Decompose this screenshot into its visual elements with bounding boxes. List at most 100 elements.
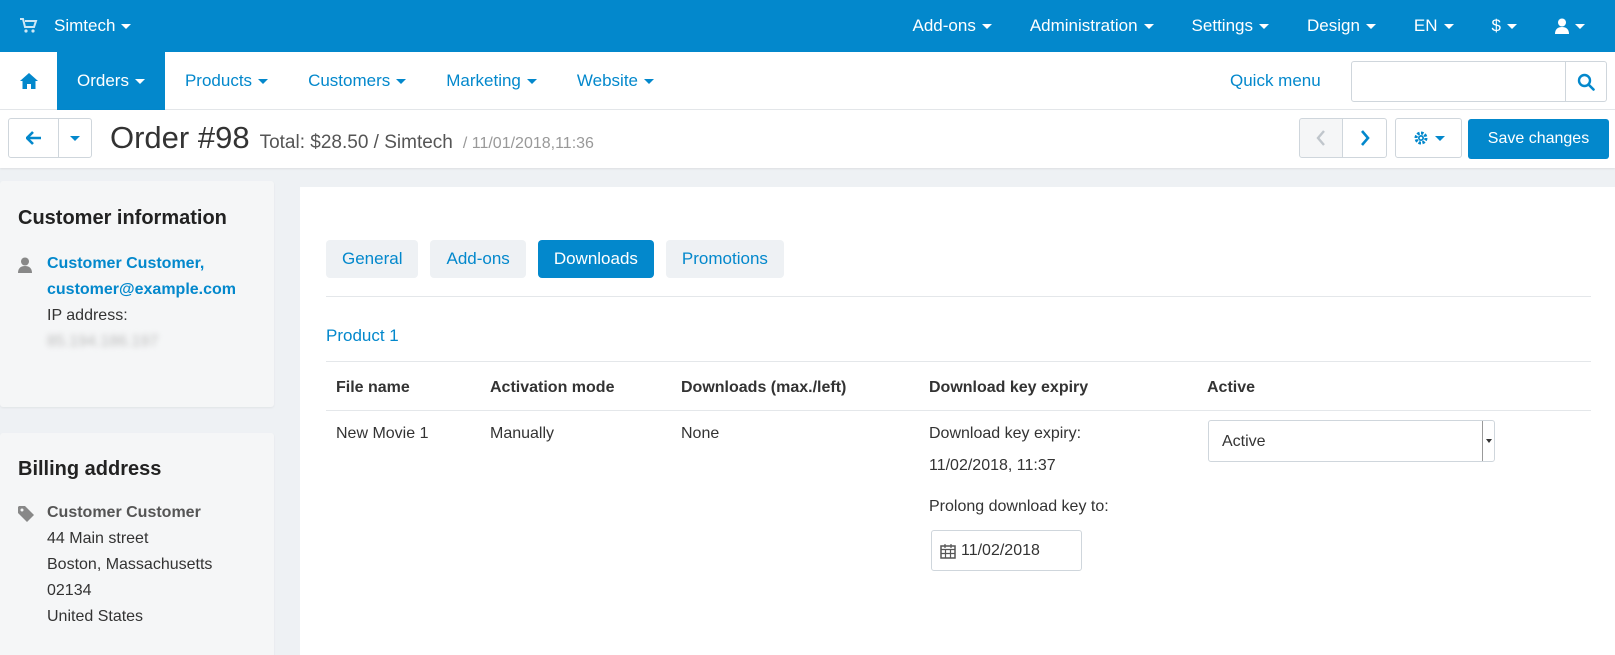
nav-orders[interactable]: Orders bbox=[57, 52, 165, 110]
home-button[interactable] bbox=[0, 52, 57, 110]
back-button[interactable] bbox=[8, 118, 59, 158]
nav-products[interactable]: Products bbox=[165, 52, 288, 110]
header-file-name: File name bbox=[336, 379, 410, 396]
ip-value: 85.194.186.197 bbox=[47, 333, 159, 350]
search-input[interactable] bbox=[1352, 62, 1564, 101]
nav-label: Orders bbox=[77, 71, 129, 90]
next-order-button[interactable] bbox=[1342, 118, 1387, 158]
nav-label: Customers bbox=[308, 71, 391, 90]
header-activation-mode: Activation mode bbox=[490, 379, 615, 396]
tab-downloads[interactable]: Downloads bbox=[537, 240, 654, 278]
menu-label: $ bbox=[1491, 16, 1501, 35]
chevron-down-icon bbox=[1143, 23, 1154, 29]
nav-label: Website bbox=[576, 71, 638, 90]
menu-label: Design bbox=[1306, 16, 1360, 35]
chevron-down-icon bbox=[258, 78, 269, 84]
tab-label: Promotions bbox=[681, 249, 768, 268]
billing-address-card: Billing address Customer Customer 44 Mai… bbox=[0, 433, 274, 655]
ip-label: IP address: bbox=[47, 307, 128, 324]
active-status-value: Active bbox=[1222, 433, 1266, 450]
top-bar: Simtech Add-ons Administration Settings … bbox=[0, 0, 1615, 52]
store-switcher[interactable]: Simtech bbox=[18, 0, 132, 52]
chevron-down-icon bbox=[70, 135, 80, 141]
billing-street: 44 Main street bbox=[47, 530, 149, 547]
store-name: Simtech bbox=[54, 16, 116, 35]
tab-label: Downloads bbox=[553, 249, 638, 268]
menu-design[interactable]: Design bbox=[1307, 16, 1376, 36]
billing-name: Customer Customer bbox=[47, 504, 201, 521]
menu-label: Settings bbox=[1191, 16, 1253, 35]
table-top-divider bbox=[326, 361, 1591, 362]
chevron-left-icon bbox=[1316, 130, 1325, 146]
tab-general[interactable]: General bbox=[326, 240, 419, 278]
menu-settings[interactable]: Settings bbox=[1192, 16, 1269, 36]
chevron-down-icon bbox=[981, 23, 992, 29]
search-button[interactable] bbox=[1565, 62, 1606, 101]
order-title: Order #98 Total: $28.50 / Simtech / 11/0… bbox=[110, 120, 594, 156]
expiry-label: Download key expiry: bbox=[929, 425, 1082, 442]
chevron-down-icon bbox=[1365, 23, 1376, 29]
nav-marketing[interactable]: Marketing bbox=[426, 52, 557, 110]
header-downloads: Downloads (max./left) bbox=[681, 379, 847, 396]
user-menu[interactable] bbox=[1555, 18, 1585, 34]
customer-info-card: Customer information Customer Customer, … bbox=[0, 181, 274, 407]
save-label: Save changes bbox=[1487, 130, 1590, 147]
menu-addons[interactable]: Add-ons bbox=[913, 16, 992, 36]
prolong-label: Prolong download key to: bbox=[929, 498, 1109, 515]
menu-currency[interactable]: $ bbox=[1492, 16, 1517, 36]
chevron-down-icon bbox=[1575, 23, 1585, 29]
billing-zip: 02134 bbox=[47, 582, 92, 599]
product-link[interactable]: Product 1 bbox=[326, 326, 399, 346]
save-changes-button[interactable]: Save changes bbox=[1468, 119, 1609, 159]
gear-icon bbox=[1414, 131, 1427, 145]
prolong-date-value: 11/02/2018 bbox=[961, 541, 1040, 559]
billing-city: Boston, Massachusetts bbox=[47, 556, 213, 573]
customer-info-heading: Customer information bbox=[18, 207, 227, 229]
chevron-down-icon bbox=[396, 78, 407, 84]
tab-promotions[interactable]: Promotions bbox=[665, 240, 784, 278]
calendar-icon bbox=[940, 543, 956, 559]
chevron-down-icon bbox=[121, 23, 132, 29]
customer-details: Customer Customer, customer@example.com … bbox=[47, 251, 236, 355]
table-header-divider bbox=[326, 410, 1591, 411]
chevron-down-icon bbox=[1434, 135, 1445, 141]
menu-label: EN bbox=[1413, 16, 1438, 35]
order-total: Total: $28.50 / Simtech bbox=[259, 132, 453, 153]
home-icon bbox=[19, 73, 38, 89]
settings-dropdown-button[interactable] bbox=[1395, 118, 1462, 158]
cart-icon bbox=[20, 18, 38, 33]
chevron-down-icon bbox=[1258, 23, 1269, 29]
tag-icon bbox=[18, 506, 34, 522]
prolong-date-picker[interactable]: 11/02/2018 bbox=[931, 530, 1082, 571]
billing-details: Customer Customer 44 Main street Boston,… bbox=[47, 500, 212, 630]
main-nav: Orders Products Customers Marketing Webs… bbox=[0, 52, 1615, 110]
order-number: Order #98 bbox=[110, 120, 250, 155]
order-header: Order #98 Total: $28.50 / Simtech / 11/0… bbox=[0, 110, 1615, 168]
arrow-left-icon bbox=[25, 131, 41, 145]
order-tabs: General Add-ons Downloads Promotions bbox=[326, 240, 796, 278]
chevron-down-icon bbox=[1443, 23, 1454, 29]
header-key-expiry: Download key expiry bbox=[929, 379, 1089, 396]
active-status-select[interactable]: Active bbox=[1208, 420, 1495, 462]
chevron-right-icon bbox=[1360, 130, 1370, 146]
cell-downloads: None bbox=[681, 425, 720, 442]
prev-order-button[interactable] bbox=[1299, 118, 1343, 158]
customer-name-link[interactable]: Customer Customer, bbox=[47, 255, 204, 272]
customer-email-link[interactable]: customer@example.com bbox=[47, 281, 236, 298]
menu-language[interactable]: EN bbox=[1414, 16, 1454, 36]
quick-menu-link[interactable]: Quick menu bbox=[1230, 52, 1321, 110]
menu-label: Add-ons bbox=[912, 16, 976, 35]
search-box bbox=[1351, 61, 1607, 102]
menu-administration[interactable]: Administration bbox=[1030, 16, 1154, 36]
select-arrow bbox=[1482, 421, 1494, 461]
nav-website[interactable]: Website bbox=[557, 52, 674, 110]
nav-customers[interactable]: Customers bbox=[288, 52, 426, 110]
tab-addons[interactable]: Add-ons bbox=[430, 240, 526, 278]
cell-file-name: New Movie 1 bbox=[336, 425, 429, 442]
tabs-divider bbox=[326, 296, 1591, 297]
menu-label: Administration bbox=[1029, 16, 1138, 35]
billing-country: United States bbox=[47, 608, 144, 625]
billing-heading: Billing address bbox=[18, 458, 162, 480]
back-dropdown-button[interactable] bbox=[58, 118, 92, 158]
order-main-panel: General Add-ons Downloads Promotions Pro… bbox=[300, 187, 1615, 655]
